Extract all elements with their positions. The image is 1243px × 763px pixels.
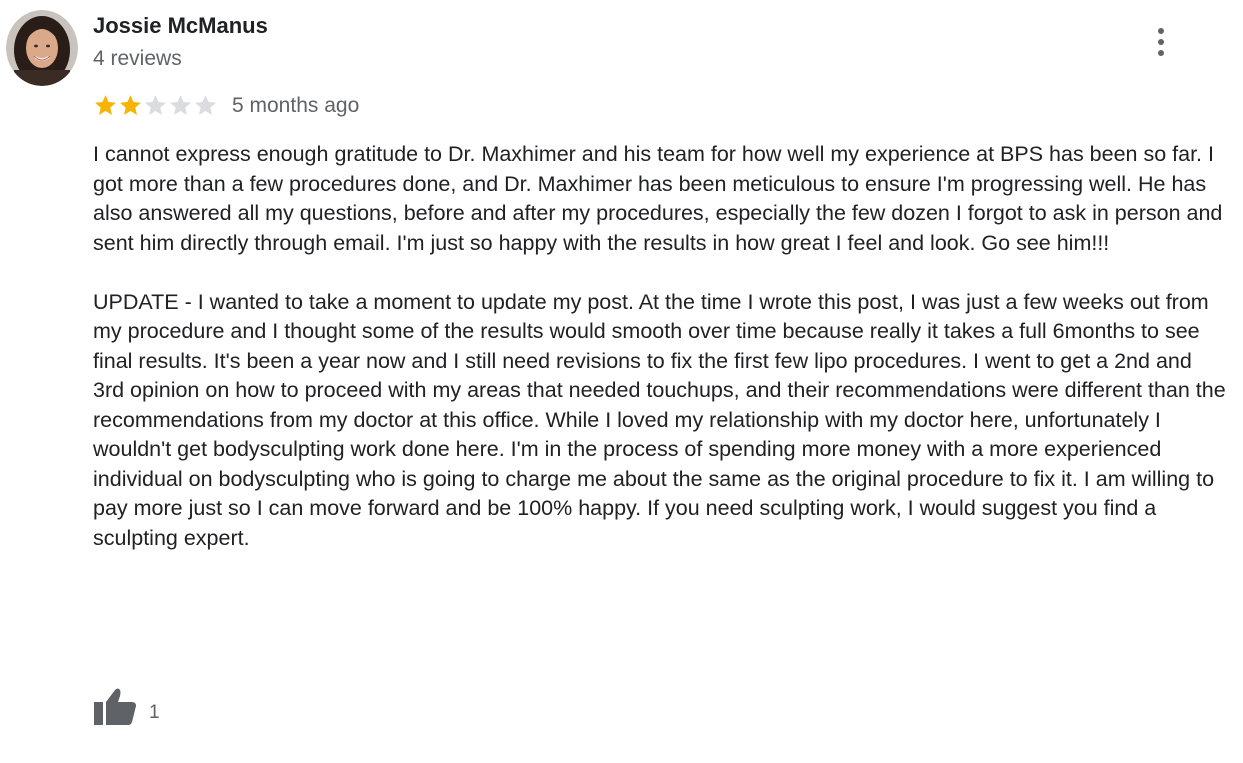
review-time: 5 months ago [232, 93, 360, 117]
rating-row: 5 months ago [93, 93, 359, 118]
thumbs-up-icon [94, 688, 136, 725]
avatar-photo [6, 10, 78, 86]
star-empty-icon [170, 95, 191, 115]
reviewer-name[interactable]: Jossie McManus [93, 13, 268, 39]
review-paragraph: UPDATE - I wanted to take a moment to up… [93, 289, 1226, 550]
star-rating [93, 93, 218, 118]
more-options-button[interactable] [1147, 25, 1175, 59]
more-vert-icon [1158, 28, 1164, 56]
star-filled-icon [95, 95, 116, 115]
review-text: I cannot express enough gratitude to Dr.… [93, 140, 1228, 553]
like-count: 1 [149, 702, 160, 723]
reviewer-review-count[interactable]: 4 reviews [93, 47, 182, 71]
star-empty-icon [195, 95, 216, 115]
review-paragraph: I cannot express enough gratitude to Dr.… [93, 142, 1223, 255]
star-filled-icon [120, 95, 141, 115]
star-empty-icon [145, 95, 166, 115]
avatar[interactable] [6, 10, 78, 86]
like-button[interactable]: 1 [93, 686, 160, 726]
